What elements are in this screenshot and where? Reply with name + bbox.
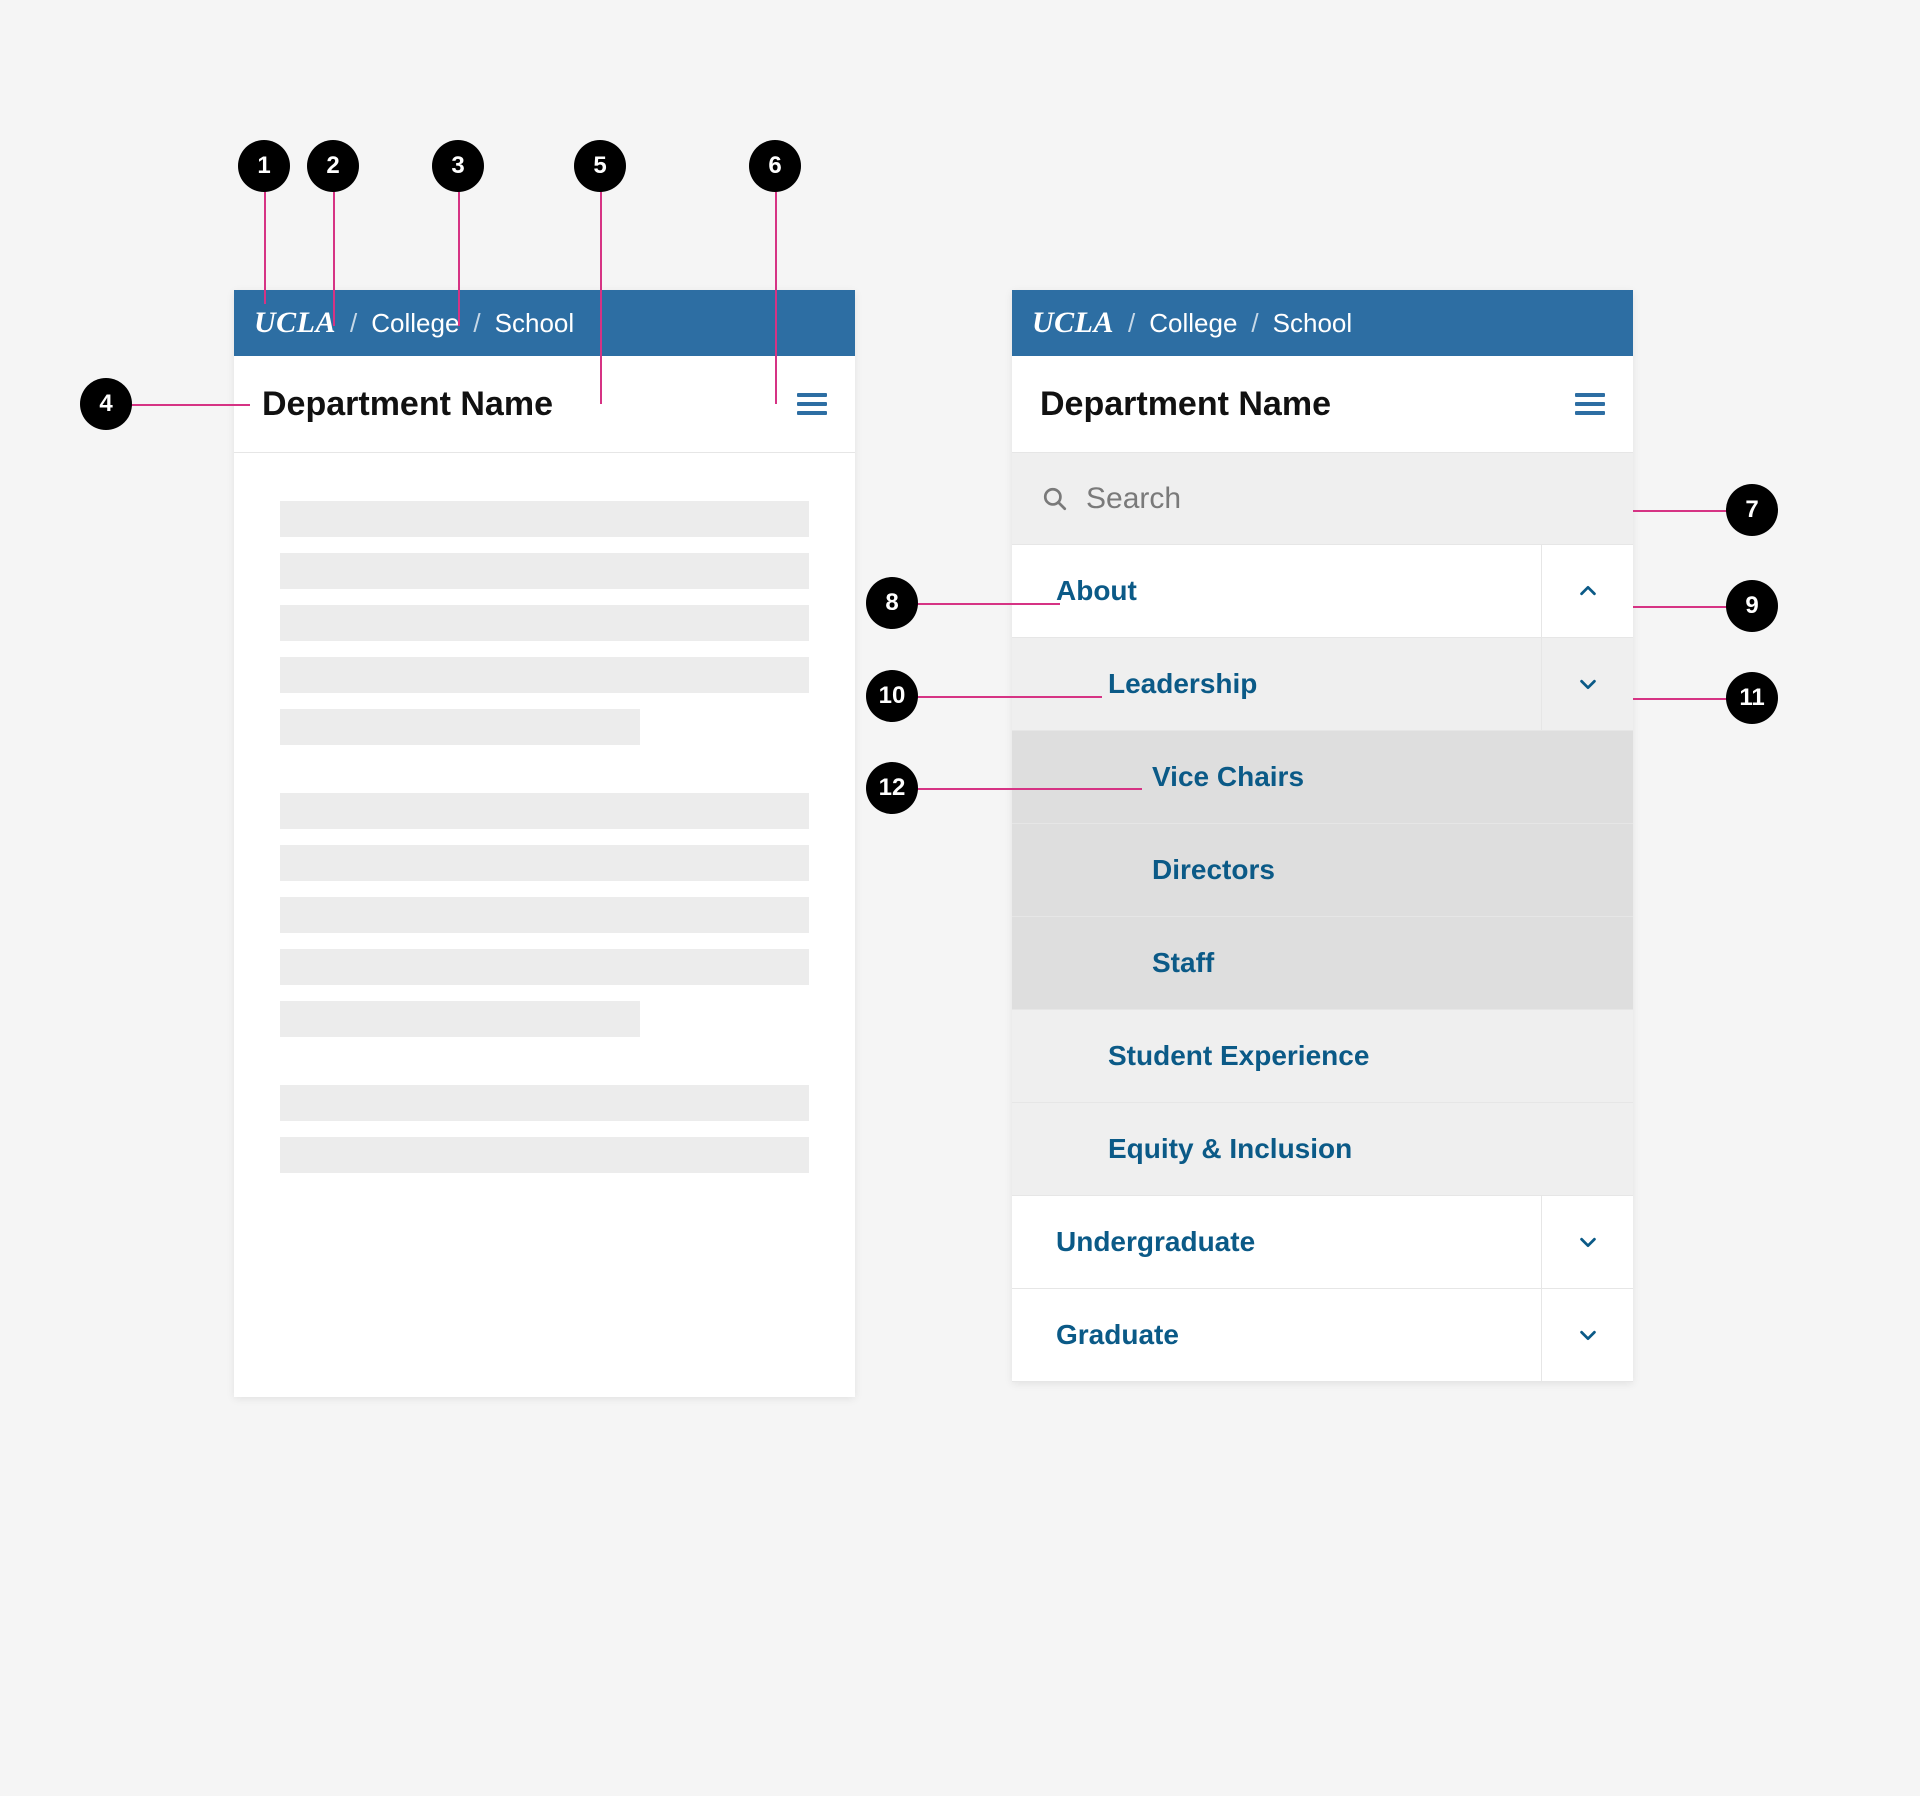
- breadcrumb-college[interactable]: College: [371, 308, 459, 339]
- annotation-dot: 5: [574, 140, 626, 192]
- annotation-dot: 10: [866, 670, 918, 722]
- nav-toggle-graduate[interactable]: [1541, 1289, 1633, 1381]
- annotation-number: 6: [768, 152, 781, 180]
- nav-item-graduate: Graduate: [1012, 1288, 1633, 1382]
- breadcrumb-separator: /: [350, 308, 357, 339]
- annotation-number: 10: [879, 682, 906, 710]
- annotation-number: 5: [593, 152, 606, 180]
- annotation-dot: 4: [80, 378, 132, 430]
- annotation-leader: [126, 404, 250, 406]
- search-placeholder: Search: [1086, 482, 1181, 516]
- annotation-leader: [1633, 510, 1733, 512]
- chevron-down-icon: [1577, 1324, 1599, 1346]
- nav-item-undergraduate: Undergraduate: [1012, 1195, 1633, 1288]
- mobile-frame-open-nav: UCLA / College / School Department Name …: [1012, 290, 1633, 1382]
- annotation-leader: [912, 696, 1102, 698]
- annotation-dot: 1: [238, 140, 290, 192]
- top-breadcrumb-bar: UCLA / College / School: [234, 290, 855, 356]
- annotation-leader: [1633, 606, 1733, 608]
- department-name-title: Department Name: [1040, 385, 1331, 424]
- nav-link-leadership[interactable]: Leadership: [1012, 638, 1541, 730]
- annotation-number: 8: [885, 589, 898, 617]
- annotation-number: 11: [1739, 684, 1764, 712]
- nav-link-vice-chairs[interactable]: Vice Chairs: [1012, 731, 1633, 823]
- nav-link-directors[interactable]: Directors: [1012, 824, 1633, 916]
- annotation-dot: 3: [432, 140, 484, 192]
- ucla-logo[interactable]: UCLA: [254, 306, 336, 340]
- department-bar: Department Name: [234, 356, 855, 452]
- diagram-stage: 1 2 3 5 6 4 7 8 9 10 11 12 UCLA / Colleg…: [0, 0, 1920, 1796]
- annotation-number: 3: [451, 152, 464, 180]
- nav-item-leadership: Leadership: [1012, 637, 1633, 730]
- annotation-leader: [600, 186, 602, 404]
- annotation-leader: [912, 603, 1060, 605]
- annotation-leader: [264, 186, 266, 304]
- chevron-down-icon: [1577, 1231, 1599, 1253]
- annotation-number: 7: [1745, 496, 1758, 524]
- nav-item-equity-inclusion: Equity & Inclusion: [1012, 1102, 1633, 1195]
- nav-item-vice-chairs: Vice Chairs: [1012, 730, 1633, 823]
- nav-toggle-about[interactable]: [1541, 545, 1633, 637]
- nav-link-graduate[interactable]: Graduate: [1012, 1289, 1541, 1381]
- chevron-up-icon: [1577, 580, 1599, 602]
- annotation-number: 1: [257, 152, 270, 180]
- annotation-dot: 9: [1726, 580, 1778, 632]
- nav-link-staff[interactable]: Staff: [1012, 917, 1633, 1009]
- breadcrumb-college[interactable]: College: [1149, 308, 1237, 339]
- nav-item-student-experience: Student Experience: [1012, 1009, 1633, 1102]
- department-name-title: Department Name: [262, 385, 553, 424]
- breadcrumb-separator: /: [1128, 308, 1135, 339]
- nav-link-undergraduate[interactable]: Undergraduate: [1012, 1196, 1541, 1288]
- annotation-leader: [458, 186, 460, 326]
- ucla-logo[interactable]: UCLA: [1032, 306, 1114, 340]
- mobile-frame-closed-nav: UCLA / College / School Department Name: [234, 290, 855, 1397]
- search-bar[interactable]: Search: [1012, 452, 1633, 544]
- nav-item-about: About: [1012, 544, 1633, 637]
- nav-toggle-leadership[interactable]: [1541, 638, 1633, 730]
- annotation-dot: 7: [1726, 484, 1778, 536]
- hamburger-menu-icon[interactable]: [1575, 393, 1605, 415]
- annotation-dot: 6: [749, 140, 801, 192]
- nav-toggle-undergraduate[interactable]: [1541, 1196, 1633, 1288]
- hamburger-menu-icon[interactable]: [797, 393, 827, 415]
- annotation-number: 12: [879, 774, 906, 802]
- annotation-leader: [775, 186, 777, 404]
- nav-item-directors: Directors: [1012, 823, 1633, 916]
- breadcrumb-school[interactable]: School: [495, 308, 575, 339]
- annotation-leader: [333, 186, 335, 326]
- annotation-number: 4: [99, 390, 112, 418]
- nav-link-about[interactable]: About: [1012, 545, 1541, 637]
- breadcrumb-school[interactable]: School: [1273, 308, 1353, 339]
- annotation-dot: 11: [1726, 672, 1778, 724]
- nav-link-equity-inclusion[interactable]: Equity & Inclusion: [1012, 1103, 1633, 1195]
- nav-item-staff: Staff: [1012, 916, 1633, 1009]
- page-content-placeholder: [234, 453, 855, 1229]
- top-breadcrumb-bar: UCLA / College / School: [1012, 290, 1633, 356]
- annotation-leader: [912, 788, 1142, 790]
- nav-link-student-experience[interactable]: Student Experience: [1012, 1010, 1633, 1102]
- annotation-number: 9: [1745, 592, 1758, 620]
- annotation-dot: 12: [866, 762, 918, 814]
- search-icon: [1042, 486, 1068, 512]
- annotation-dot: 2: [307, 140, 359, 192]
- breadcrumb-separator: /: [1251, 308, 1258, 339]
- annotation-dot: 8: [866, 577, 918, 629]
- breadcrumb-separator: /: [473, 308, 480, 339]
- annotation-number: 2: [326, 152, 339, 180]
- annotation-leader: [1633, 698, 1733, 700]
- chevron-down-icon: [1577, 673, 1599, 695]
- department-bar: Department Name: [1012, 356, 1633, 452]
